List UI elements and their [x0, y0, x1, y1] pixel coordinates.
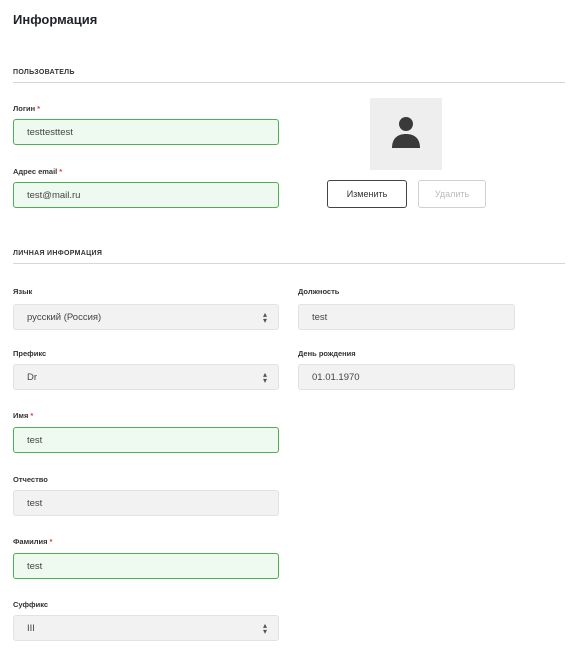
email-label: Адрес email * [13, 167, 63, 176]
page-title: Информация [13, 12, 98, 27]
email-field[interactable]: test@mail.ru [13, 182, 279, 208]
user-section-title: ПОЛЬЗОВАТЕЛЬ [13, 69, 75, 76]
avatar-placeholder [370, 98, 442, 170]
select-arrows-icon: ▴ ▾ [262, 621, 267, 636]
language-select[interactable]: русский (Россия) ▴ ▾ [13, 304, 279, 330]
language-label: Язык [13, 287, 33, 296]
select-arrows-icon: ▴ ▾ [262, 310, 267, 325]
user-silhouette-icon [392, 117, 420, 148]
middle-name-label: Отчество [13, 475, 48, 484]
prefix-select[interactable]: Dr ▴ ▾ [13, 364, 279, 390]
personal-section-divider [13, 263, 565, 264]
personal-section-title: ЛИЧНАЯ ИНФОРМАЦИЯ [13, 250, 103, 257]
login-field[interactable]: testtesttest [13, 119, 279, 145]
delete-avatar-button[interactable]: Удалить [418, 180, 486, 208]
position-label: Должность [298, 287, 340, 296]
first-name-label: Имя * [13, 411, 34, 420]
middle-name-field[interactable]: test [13, 490, 279, 516]
last-name-field[interactable]: test [13, 553, 279, 579]
suffix-select[interactable]: III ▴ ▾ [13, 615, 279, 641]
birthday-label: День рождения [298, 349, 356, 358]
position-field[interactable]: test [298, 304, 515, 330]
select-arrows-icon: ▴ ▾ [262, 370, 267, 385]
login-label: Логин * [13, 104, 41, 113]
prefix-label: Префикс [13, 349, 47, 358]
last-name-label: Фамилия * [13, 537, 53, 546]
first-name-field[interactable]: test [13, 427, 279, 453]
user-section-divider [13, 82, 565, 83]
suffix-label: Суффикс [13, 600, 49, 609]
birthday-field[interactable]: 01.01.1970 [298, 364, 515, 390]
change-avatar-button[interactable]: Изменить [327, 180, 407, 208]
